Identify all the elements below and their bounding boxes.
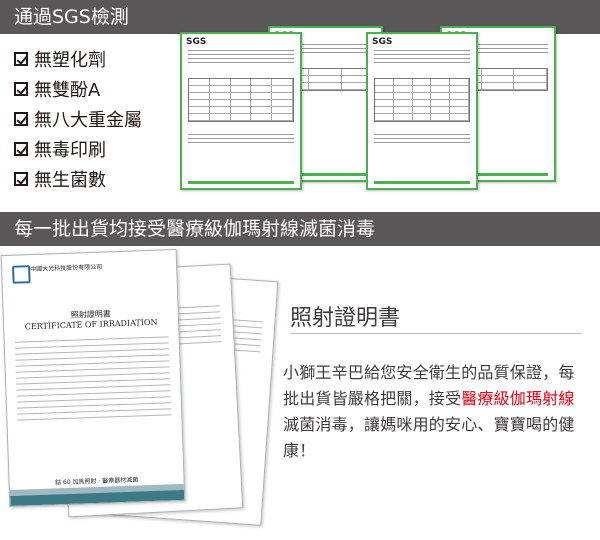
safety-checklist: 無塑化劑 無雙酚A 無八大重金屬 無毒印刷 無生菌數 — [14, 44, 142, 194]
checkbox-checked-icon — [14, 52, 28, 66]
sgs-logo: SGS — [186, 37, 207, 47]
description-part-2: 滅菌消毒，讓媽咪用的安心、寶寶喝的健康！ — [283, 415, 575, 460]
checkbox-checked-icon — [14, 112, 28, 126]
sgs-section-title: 通過SGS檢測 — [14, 6, 129, 28]
sgs-report-2: SGS — [180, 32, 302, 190]
sgs-report-4: SGS — [366, 32, 478, 190]
checklist-item: 無毒印刷 — [14, 134, 142, 164]
certificate-description: 小獅王辛巴給您安全衛生的品質保證，每批出貨皆嚴格把關，接受醫療級伽瑪射線滅菌消毒… — [283, 360, 583, 464]
checklist-label: 無生菌數 — [34, 170, 106, 191]
irradiation-doc-title: 照射證明書 CERTIFICATE OF IRRADIATION — [24, 309, 158, 332]
checklist-label: 無毒印刷 — [34, 140, 106, 161]
checklist-item: 無生菌數 — [14, 164, 142, 194]
checklist-label: 無塑化劑 — [34, 50, 106, 71]
checklist-item: 無塑化劑 — [14, 44, 142, 74]
checkbox-checked-icon — [14, 82, 28, 96]
irradiation-company: 中國大光科技股份有限公司 — [30, 263, 103, 274]
checklist-item: 無八大重金屬 — [14, 104, 142, 134]
company-logo-icon — [12, 265, 31, 284]
checklist-label: 無八大重金屬 — [34, 110, 142, 131]
sterilization-section-title: 每一批出貨均接受醫療級伽瑪射線滅菌消毒 — [14, 218, 376, 240]
checklist-item: 無雙酚A — [14, 74, 142, 104]
sterilization-section-header: 每一批出貨均接受醫療級伽瑪射線滅菌消毒 — [0, 212, 600, 246]
description-highlight: 醫療級伽瑪射線 — [461, 389, 575, 408]
checkbox-checked-icon — [14, 142, 28, 156]
checklist-label: 無雙酚A — [34, 80, 101, 101]
heading-divider — [290, 333, 582, 334]
sgs-logo: SGS — [372, 37, 393, 47]
checkbox-checked-icon — [14, 172, 28, 186]
irradiation-certificate-front: 中國大光科技股份有限公司 照射證明書 CERTIFICATE OF IRRADI… — [0, 249, 186, 507]
